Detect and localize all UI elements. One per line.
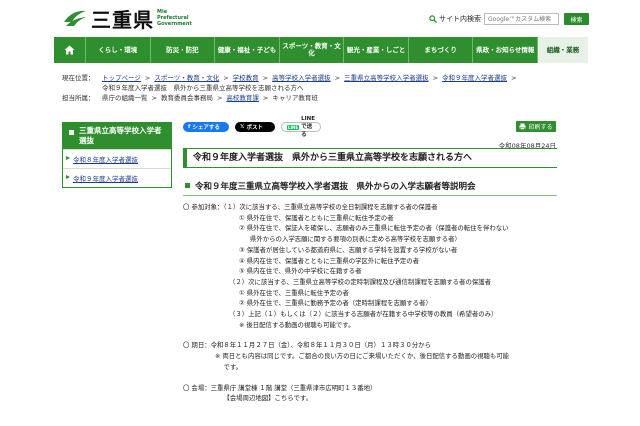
breadcrumb: 現在位置： トップページ > スポーツ・教育・文化 > 学校教育 > 高等学校入学者選… — [62, 73, 517, 103]
site-header: 三重県 Mie Prefectural Government サイト内検索 検索 — [0, 0, 640, 38]
content-body: 〇 参加対象：（１）次に該当する、三重県立高等学校の全日制課程を志願する者の保護… — [183, 202, 557, 404]
content-line: ② 県外在住で、保証人を確保し、志願者のみ三重県に転住予定の者（保護者の転住を伴… — [239, 224, 509, 233]
content-line: ※ 両日とも内容は同じです。ご都合の良い方の日にご来場いただくか、後日配信する動… — [215, 352, 510, 361]
search-label: サイト内検索 — [429, 14, 481, 24]
x-post-button[interactable]: 𝕏 ポスト — [235, 122, 275, 132]
content-line: 【会場周辺地図】こちらです。 — [215, 394, 313, 403]
nav-government[interactable]: 県政・お知らせ情報 — [473, 37, 539, 63]
content-line: ② 県外在住で、三重県に勤務予定の者（定時制課程を志願する者） — [239, 299, 432, 308]
site-logo[interactable]: 三重県 Mie Prefectural Government — [62, 6, 192, 32]
content-line: ⑤ 県内在住で、県外の中学校に在籍する者 — [239, 267, 362, 276]
owner-item[interactable]: 県庁の組織一覧 — [102, 93, 148, 103]
content-line: ③ 保護者が居住している都道府県に、志願する学科を設置する学校がない者 — [239, 245, 458, 254]
content-line: （２）次に該当する、三重県立高等学校の定時制課程及び通信制課程を志願する者の保護… — [229, 277, 492, 286]
content-line: ※ 後日配信する動画の視聴も可能です。 — [239, 320, 355, 329]
owner-link[interactable]: 高校教育課 — [226, 93, 259, 103]
site-search: サイト内検索 — [429, 13, 559, 25]
breadcrumb-current: 令和９年度入学者選抜 県外から三重県立高等学校を志願される方へ — [102, 84, 304, 92]
printer-icon — [519, 123, 526, 130]
content-line: ④ 県内在住で、保護者とともに三重県の学区外に転住予定の者 — [239, 256, 420, 265]
facebook-share-button[interactable]: f シェアする — [183, 122, 229, 132]
nav-health[interactable]: 健康・福祉・子ども — [215, 37, 280, 63]
home-icon — [64, 45, 75, 55]
search-button[interactable]: 検索 — [564, 13, 589, 25]
page-title: 令和９年度入学者選抜 県外から三重県立高等学校を志願される方へ — [183, 148, 557, 168]
sidebar-item-r8[interactable]: 令和８年度入学者選抜 — [63, 149, 171, 168]
nav-town[interactable]: まちづくり — [409, 37, 474, 63]
owner-item[interactable]: 教育委員会事務局 — [161, 93, 213, 103]
mie-logo-icon — [64, 10, 86, 26]
share-bar: f シェアする 𝕏 ポスト LINE LINEで送る — [183, 116, 321, 138]
nav-disaster[interactable]: 防災・防犯 — [151, 37, 216, 63]
nav-home[interactable] — [54, 37, 86, 63]
nav-sports-education[interactable]: スポーツ・教育・文化 — [280, 37, 345, 63]
sidebar-item-r9[interactable]: 令和９年度入学者選抜 — [63, 168, 171, 187]
search-input[interactable] — [484, 13, 559, 25]
breadcrumb-link[interactable]: 令和９年度入学者選抜 — [442, 73, 507, 83]
breadcrumb-link[interactable]: 三重県立高等学校入学者選抜 — [344, 73, 429, 83]
owner-item: キャリア教育班 — [272, 94, 318, 102]
content-line: （３）上記（１）もしくは（２）に該当する志願者が在籍する中学校等の教員（希望者の… — [229, 310, 498, 319]
facebook-icon: f — [188, 124, 191, 130]
search-icon — [429, 15, 437, 23]
breadcrumb-label: 現在位置： — [62, 74, 95, 82]
nav-tourism-industry[interactable]: 観光・産業・しごと — [344, 37, 409, 63]
global-nav: くらし・環境 防災・防犯 健康・福祉・子ども スポーツ・教育・文化 観光・産業・… — [54, 37, 589, 63]
logo-english: Mie Prefectural Government — [157, 9, 192, 27]
owner-label: 担当所属： — [62, 94, 95, 102]
x-icon: 𝕏 — [240, 124, 245, 130]
sidebar: 三重県立高等学校入学者選抜 令和８年度入学者選抜 令和９年度入学者選抜 — [62, 122, 172, 188]
print-button[interactable]: 印刷する — [516, 121, 556, 132]
content-line: 〇 参加対象：（１）次に該当する、三重県立高等学校の全日制課程を志願する者の保護… — [183, 203, 438, 211]
sidebar-title[interactable]: 三重県立高等学校入学者選抜 — [63, 123, 171, 149]
content-line: ① 県外在住で、保護者とともに三重県に転住予定の者 — [239, 213, 394, 222]
content-line: ① 県外在住で、三重県に転住予定の者 — [239, 288, 349, 297]
main-content: 令和９年度入学者選抜 県外から三重県立高等学校を志願される方へ 令和９年度三重県… — [183, 148, 557, 404]
logo-text: 三重県 — [91, 7, 154, 32]
content-line: 〇 会場：三重県庁 講堂棟 １階 講堂（三重県津市広明町１３番地） — [183, 383, 377, 392]
nav-organization[interactable]: 組織・業務 — [538, 37, 589, 63]
breadcrumb-link[interactable]: 学校教育 — [233, 73, 259, 83]
breadcrumb-link[interactable]: スポーツ・教育・文化 — [154, 73, 219, 83]
section-heading: 令和９年度三重県立高等学校入学者選抜 県外からの入学志願者等説明会 — [183, 180, 557, 196]
content-line: 〇 期日：令和８年１１月２７日（金）、令和８年１１月３０日（月）１３時３０分から — [183, 341, 432, 350]
line-icon: LINE — [287, 124, 300, 130]
nav-living[interactable]: くらし・環境 — [86, 37, 151, 63]
breadcrumb-link[interactable]: トップページ — [102, 73, 141, 83]
line-share-button[interactable]: LINE LINEで送る — [281, 116, 321, 138]
content-line: です。 — [215, 362, 242, 371]
content-line: 県外からの入学志願に関する要項の別表に定める高等学校を志願する者） — [250, 235, 461, 244]
breadcrumb-link[interactable]: 高等学校入学者選抜 — [272, 73, 331, 83]
